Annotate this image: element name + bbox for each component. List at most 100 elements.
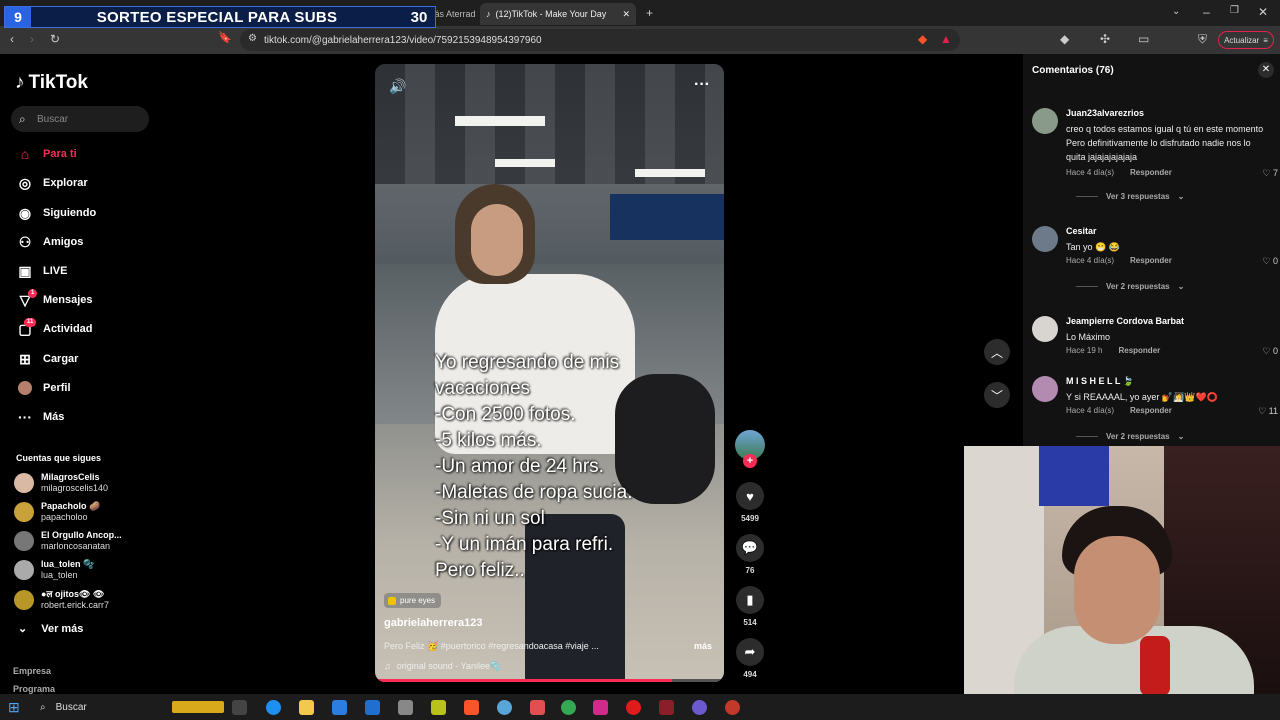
app-icon[interactable] bbox=[398, 700, 413, 715]
app-icon[interactable] bbox=[530, 700, 545, 715]
video-author[interactable]: gabrielaherrera123 bbox=[384, 617, 482, 629]
app-icon[interactable] bbox=[725, 700, 740, 715]
reply-button[interactable]: Responder bbox=[1130, 406, 1172, 415]
youtube-icon[interactable] bbox=[626, 700, 641, 715]
url-field[interactable]: ⚙ tiktok.com/@gabrielaherrera123/video/7… bbox=[240, 29, 960, 51]
taskbar-widget-icon[interactable] bbox=[172, 701, 224, 713]
close-window-icon[interactable]: ✕ bbox=[1258, 6, 1268, 18]
browser-tab-active[interactable]: ♪ (12)TikTok - Make Your Day ✕ bbox=[480, 3, 636, 25]
save-button[interactable]: ▮ 514 bbox=[734, 586, 766, 627]
nav-cargar[interactable]: ⊞ Cargar bbox=[16, 348, 78, 370]
maximize-icon[interactable]: ❐ bbox=[1230, 6, 1239, 16]
view-replies-button[interactable]: Ver 3 respuestas ⌄ bbox=[1076, 192, 1184, 201]
video-player[interactable]: 🔊 ··· Yo regresando de mis vacaciones -C… bbox=[375, 64, 724, 682]
back-icon[interactable]: ‹ bbox=[10, 33, 14, 45]
avatar[interactable] bbox=[1032, 316, 1058, 342]
comment-user[interactable]: Cesitar bbox=[1066, 226, 1097, 236]
comment-user[interactable]: Juan23alvarezrios bbox=[1066, 108, 1144, 118]
webcam-person-face bbox=[1074, 536, 1160, 644]
mail-icon[interactable] bbox=[365, 700, 380, 715]
nav-siguiendo[interactable]: ◉ Siguiendo bbox=[16, 202, 96, 224]
brave-rewards-icon[interactable]: ▲ bbox=[940, 33, 952, 45]
avatar[interactable] bbox=[1032, 226, 1058, 252]
following-account[interactable]: Papacholo 🥔 papacholoo bbox=[14, 499, 100, 525]
footer-link-programa[interactable]: Programa bbox=[13, 684, 55, 694]
avatar[interactable] bbox=[1032, 108, 1058, 134]
app-icon[interactable] bbox=[497, 700, 512, 715]
effect-tag[interactable]: pure eyes bbox=[384, 593, 442, 608]
nav-actividad[interactable]: ▢ 11 Actividad bbox=[16, 318, 93, 340]
forward-icon[interactable]: › bbox=[30, 33, 34, 45]
comments-title: Comentarios (76) bbox=[1032, 65, 1114, 76]
app-icon[interactable] bbox=[431, 700, 446, 715]
chrome-icon[interactable] bbox=[561, 700, 576, 715]
vpn-icon[interactable]: ⛨ bbox=[1198, 33, 1207, 45]
previous-video-button[interactable]: ︿ bbox=[984, 339, 1010, 365]
reload-icon[interactable]: ↻ bbox=[50, 33, 60, 45]
see-more-button[interactable]: ⌄ Ver más bbox=[18, 622, 83, 636]
volume-icon[interactable]: 🔊 bbox=[389, 78, 406, 95]
app-icon[interactable] bbox=[659, 700, 674, 715]
comment-like-button[interactable]: ♡ 11 bbox=[1258, 406, 1278, 417]
following-account[interactable]: MilagrosCelis milagroscelis140 bbox=[14, 470, 108, 496]
share-button[interactable]: ➦ 494 bbox=[734, 638, 766, 679]
nav-para-ti[interactable]: ⌂ Para ti bbox=[16, 143, 77, 165]
minimize-icon[interactable]: – bbox=[1203, 6, 1210, 18]
sidebar-icon[interactable]: ▭ bbox=[1138, 33, 1149, 45]
nav-perfil[interactable]: Perfil bbox=[16, 377, 71, 399]
comment-user[interactable]: Jeampierre Cordova Barbat bbox=[1066, 316, 1184, 326]
reply-button[interactable]: Responder bbox=[1130, 256, 1172, 265]
nav-explorar[interactable]: ◎ Explorar bbox=[16, 172, 88, 194]
like-button[interactable]: ♥ 5499 bbox=[734, 482, 766, 523]
extensions-puzzle-icon[interactable]: ✣ bbox=[1100, 33, 1110, 45]
heart-outline-icon: ♡ bbox=[1262, 168, 1271, 178]
update-button[interactable]: Actualizar ≡ bbox=[1218, 31, 1274, 49]
brave-shield-icon[interactable]: ◆ bbox=[918, 33, 927, 45]
comment-like-button[interactable]: ♡ 0 bbox=[1262, 346, 1278, 357]
description-more-button[interactable]: más bbox=[694, 641, 712, 651]
brave-icon[interactable] bbox=[464, 700, 479, 715]
bookmark-icon[interactable]: 🔖 bbox=[218, 33, 232, 44]
file-explorer-icon[interactable] bbox=[299, 700, 314, 715]
following-account[interactable]: lua_tolen 🫧 lua_tolen bbox=[14, 557, 94, 583]
avatar[interactable] bbox=[1032, 376, 1058, 402]
store-icon[interactable] bbox=[332, 700, 347, 715]
tab-label: (12)TikTok - Make Your Day bbox=[495, 9, 607, 19]
task-view-icon[interactable] bbox=[232, 700, 247, 715]
extension-icon[interactable]: ◆ bbox=[1060, 33, 1069, 45]
view-replies-button[interactable]: Ver 2 respuestas ⌄ bbox=[1076, 282, 1184, 291]
comment-like-button[interactable]: ♡ 7 bbox=[1262, 168, 1278, 179]
view-replies-button[interactable]: Ver 2 respuestas ⌄ bbox=[1076, 432, 1184, 441]
video-progress-bar[interactable] bbox=[375, 679, 724, 682]
reply-button[interactable]: Responder bbox=[1118, 346, 1160, 355]
discord-icon[interactable] bbox=[692, 700, 707, 715]
windows-start-icon[interactable]: ⊞ bbox=[8, 699, 20, 716]
following-account[interactable]: El Orgullo Ancop... marloncosanatan bbox=[14, 528, 122, 554]
instagram-icon[interactable] bbox=[593, 700, 608, 715]
tab-search-icon[interactable]: ⌄ bbox=[1172, 7, 1180, 17]
close-icon[interactable]: ✕ bbox=[1258, 62, 1274, 78]
tiktok-logo[interactable]: ♪ TikTok bbox=[15, 72, 88, 94]
new-tab-icon[interactable]: + bbox=[646, 7, 653, 19]
more-options-icon[interactable]: ··· bbox=[694, 76, 710, 94]
site-info-icon[interactable]: ⚙ bbox=[248, 34, 257, 44]
edge-icon[interactable] bbox=[266, 700, 281, 715]
reply-button[interactable]: Responder bbox=[1130, 168, 1172, 177]
video-music[interactable]: ♫ original sound - Yanilee🫧 bbox=[384, 661, 501, 672]
search-input[interactable]: ⌕ Buscar bbox=[11, 106, 149, 132]
close-tab-icon[interactable]: ✕ bbox=[622, 9, 630, 20]
nav-amigos[interactable]: ⚇ Amigos bbox=[16, 231, 84, 253]
nav-mensajes[interactable]: ▽ 1 Mensajes bbox=[16, 289, 93, 311]
footer-link-empresa[interactable]: Empresa bbox=[13, 666, 51, 676]
comment-user[interactable]: M I S H E L L 🍃 bbox=[1066, 376, 1134, 387]
next-video-button[interactable]: ﹀ bbox=[984, 382, 1010, 408]
nav-mas[interactable]: ··· Más bbox=[16, 406, 64, 428]
nav-live[interactable]: ▣ LIVE bbox=[16, 260, 67, 282]
comment-like-button[interactable]: ♡ 0 bbox=[1262, 256, 1278, 267]
follow-plus-icon[interactable]: + bbox=[743, 454, 757, 468]
comment-button[interactable]: 💬 76 bbox=[734, 534, 766, 575]
friends-icon: ⚇ bbox=[18, 233, 32, 250]
heart-outline-icon: ♡ bbox=[1258, 406, 1267, 416]
activity-badge: 11 bbox=[24, 318, 37, 327]
following-account[interactable]: ●ल ojitos👁 👁 robert.erick.carr7 bbox=[14, 587, 109, 613]
